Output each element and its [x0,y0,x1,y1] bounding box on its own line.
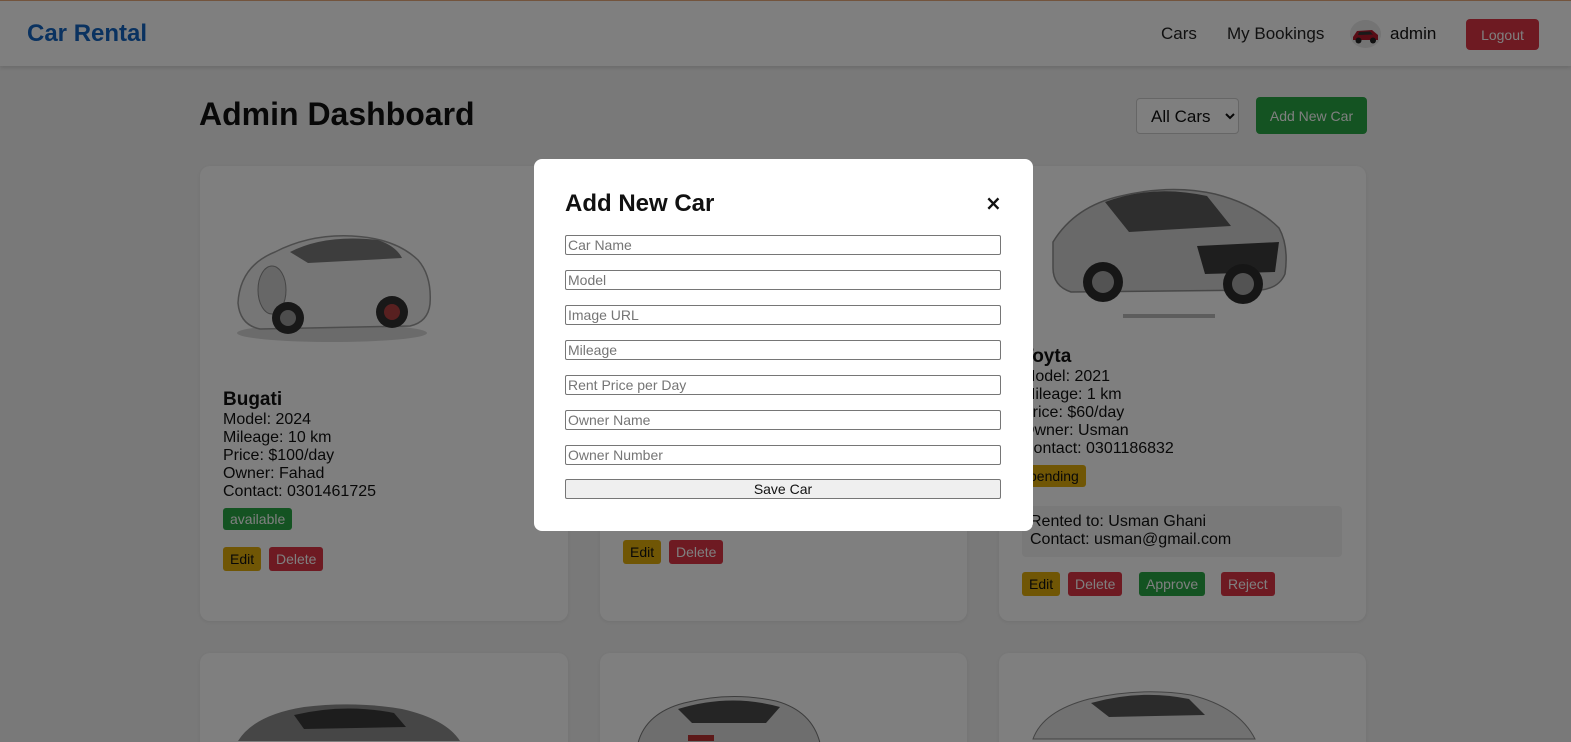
model-input[interactable] [565,270,1001,290]
owner-number-input[interactable] [565,445,1001,465]
modal-title: Add New Car [565,190,715,217]
save-car-button[interactable]: Save Car [565,479,1001,499]
image-url-input[interactable] [565,305,1001,325]
mileage-input[interactable] [565,340,1001,360]
car-name-input[interactable] [565,235,1001,255]
owner-name-input[interactable] [565,410,1001,430]
rent-price-input[interactable] [565,375,1001,395]
add-car-modal: Add New Car × Save Car [534,159,1033,531]
close-icon[interactable]: × [985,193,1002,213]
